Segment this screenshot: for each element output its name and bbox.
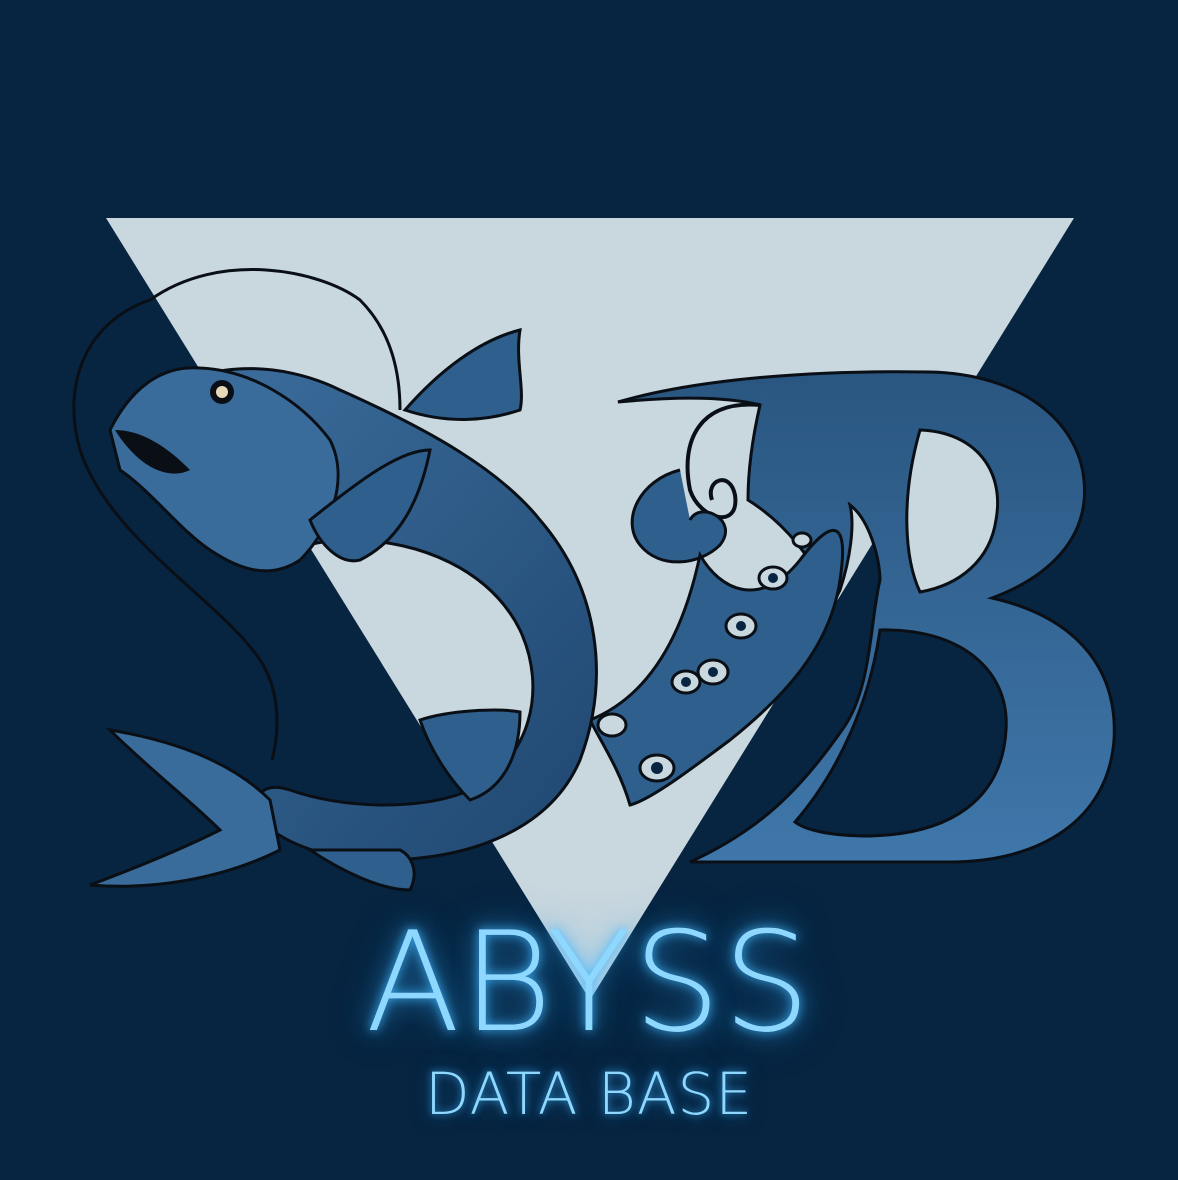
brand-subtitle: DATA BASE <box>425 1060 753 1128</box>
brand-title: ABYSS <box>365 902 813 1063</box>
